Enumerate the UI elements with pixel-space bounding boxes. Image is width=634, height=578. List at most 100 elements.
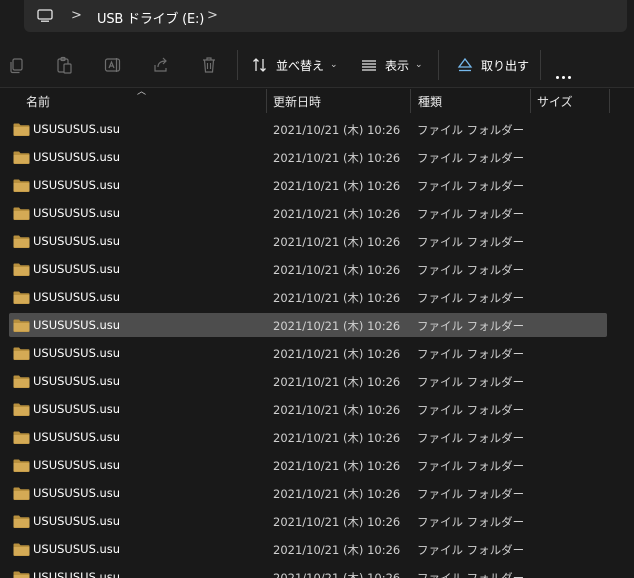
table-row[interactable]: USUSUSUS.usu 2021/10/21 (木) 10:26 ファイル フォル… <box>9 173 607 197</box>
column-header-name[interactable]: 名前 <box>26 93 50 110</box>
table-row[interactable]: USUSUSUS.usu 2021/10/21 (木) 10:26 ファイル フォル… <box>9 257 607 281</box>
file-modified-date: 2021/10/21 (木) 10:26 <box>273 263 401 277</box>
file-name: USUSUSUS.usu <box>33 234 121 248</box>
file-modified-date: 2021/10/21 (木) 10:26 <box>273 431 401 445</box>
rename-icon[interactable] <box>104 56 122 74</box>
scrollbar-track[interactable] <box>628 88 634 578</box>
share-icon[interactable] <box>152 56 170 74</box>
table-row[interactable]: USUSUSUS.usu 2021/10/21 (木) 10:26 ファイル フォル… <box>9 145 607 169</box>
file-modified-date: 2021/10/21 (木) 10:26 <box>273 375 401 389</box>
file-type: ファイル フォルダー <box>417 291 525 305</box>
file-type: ファイル フォルダー <box>417 375 525 389</box>
address-bar[interactable]: > USB ドライブ (E:) > <box>24 0 627 32</box>
column-divider[interactable] <box>410 89 411 113</box>
file-modified-date: 2021/10/21 (木) 10:26 <box>273 235 401 249</box>
folder-icon <box>13 543 30 556</box>
column-header-type[interactable]: 種類 <box>418 93 442 110</box>
file-name: USUSUSUS.usu <box>33 318 121 332</box>
file-type: ファイル フォルダー <box>417 263 525 277</box>
column-header-size[interactable]: サイズ <box>537 93 573 110</box>
file-type: ファイル フォルダー <box>417 431 525 445</box>
delete-icon[interactable] <box>200 56 218 74</box>
file-name: USUSUSUS.usu <box>33 514 121 528</box>
file-modified-date: 2021/10/21 (木) 10:26 <box>273 543 401 557</box>
file-type: ファイル フォルダー <box>417 347 525 361</box>
folder-icon <box>13 487 30 500</box>
folder-icon <box>13 291 30 304</box>
file-modified-date: 2021/10/21 (木) 10:26 <box>273 207 401 221</box>
file-name: USUSUSUS.usu <box>33 178 121 192</box>
file-type: ファイル フォルダー <box>417 179 525 193</box>
table-row[interactable]: USUSUSUS.usu 2021/10/21 (木) 10:26 ファイル フォル… <box>9 313 607 337</box>
file-type: ファイル フォルダー <box>417 571 525 578</box>
file-name: USUSUSUS.usu <box>33 206 121 220</box>
table-row[interactable]: USUSUSUS.usu 2021/10/21 (木) 10:26 ファイル フォル… <box>9 397 607 421</box>
chevron-down-icon: ⌄ <box>415 60 423 70</box>
breadcrumb-separator[interactable]: > <box>207 8 218 23</box>
table-row[interactable]: USUSUSUS.usu 2021/10/21 (木) 10:26 ファイル フォル… <box>9 565 607 578</box>
eject-button[interactable]: 取り出す <box>457 54 529 76</box>
file-type: ファイル フォルダー <box>417 151 525 165</box>
column-header-date[interactable]: 更新日時 <box>273 93 321 110</box>
folder-icon <box>13 319 30 332</box>
table-row[interactable]: USUSUSUS.usu 2021/10/21 (木) 10:26 ファイル フォル… <box>9 481 607 505</box>
file-name: USUSUSUS.usu <box>33 374 121 388</box>
file-modified-date: 2021/10/21 (木) 10:26 <box>273 487 401 501</box>
table-row[interactable]: USUSUSUS.usu 2021/10/21 (木) 10:26 ファイル フォル… <box>9 201 607 225</box>
folder-icon <box>13 263 30 276</box>
more-options-icon[interactable] <box>556 64 574 83</box>
toolbar-divider <box>438 50 439 80</box>
folder-icon <box>13 207 30 220</box>
folder-icon <box>13 459 30 472</box>
file-name: USUSUSUS.usu <box>33 430 121 444</box>
copy-icon[interactable] <box>8 56 26 74</box>
column-divider[interactable] <box>530 89 531 113</box>
file-type: ファイル フォルダー <box>417 207 525 221</box>
breadcrumb-separator[interactable]: > <box>71 8 82 23</box>
file-type: ファイル フォルダー <box>417 487 525 501</box>
paste-icon[interactable] <box>55 56 73 74</box>
table-row[interactable]: USUSUSUS.usu 2021/10/21 (木) 10:26 ファイル フォル… <box>9 229 607 253</box>
table-row[interactable]: USUSUSUS.usu 2021/10/21 (木) 10:26 ファイル フォル… <box>9 285 607 309</box>
file-modified-date: 2021/10/21 (木) 10:26 <box>273 571 401 578</box>
folder-icon <box>13 375 30 388</box>
file-type: ファイル フォルダー <box>417 123 525 137</box>
table-row[interactable]: USUSUSUS.usu 2021/10/21 (木) 10:26 ファイル フォル… <box>9 453 607 477</box>
table-row[interactable]: USUSUSUS.usu 2021/10/21 (木) 10:26 ファイル フォル… <box>9 509 607 533</box>
sort-label: 並べ替え <box>276 58 325 73</box>
folder-icon <box>13 235 30 248</box>
file-type: ファイル フォルダー <box>417 319 525 333</box>
table-row[interactable]: USUSUSUS.usu 2021/10/21 (木) 10:26 ファイル フォル… <box>9 537 607 561</box>
file-modified-date: 2021/10/21 (木) 10:26 <box>273 403 401 417</box>
folder-icon <box>13 515 30 528</box>
file-name: USUSUSUS.usu <box>33 570 121 578</box>
file-type: ファイル フォルダー <box>417 459 525 473</box>
table-row[interactable]: USUSUSUS.usu 2021/10/21 (木) 10:26 ファイル フォル… <box>9 369 607 393</box>
file-name: USUSUSUS.usu <box>33 150 121 164</box>
folder-icon <box>13 403 30 416</box>
breadcrumb-location[interactable]: USB ドライブ (E:) <box>97 8 204 27</box>
view-button[interactable]: 表示 ⌄ <box>361 54 423 76</box>
file-type: ファイル フォルダー <box>417 235 525 249</box>
toolbar-divider <box>540 50 541 80</box>
column-header-row: ︿ 名前 更新日時 種類 サイズ <box>0 87 634 113</box>
table-row[interactable]: USUSUSUS.usu 2021/10/21 (木) 10:26 ファイル フォル… <box>9 425 607 449</box>
file-modified-date: 2021/10/21 (木) 10:26 <box>273 151 401 165</box>
computer-icon[interactable] <box>37 9 53 22</box>
folder-icon <box>13 179 30 192</box>
file-modified-date: 2021/10/21 (木) 10:26 <box>273 515 401 529</box>
file-name: USUSUSUS.usu <box>33 290 121 304</box>
file-modified-date: 2021/10/21 (木) 10:26 <box>273 123 401 137</box>
toolbar-divider <box>237 50 238 80</box>
table-row[interactable]: USUSUSUS.usu 2021/10/21 (木) 10:26 ファイル フォル… <box>9 341 607 365</box>
column-divider[interactable] <box>609 89 610 113</box>
column-divider[interactable] <box>266 89 267 113</box>
file-type: ファイル フォルダー <box>417 543 525 557</box>
sort-icon <box>253 58 266 72</box>
table-row[interactable]: USUSUSUS.usu 2021/10/21 (木) 10:26 ファイル フォル… <box>9 117 607 141</box>
sort-button[interactable]: 並べ替え ⌄ <box>252 54 338 76</box>
file-name: USUSUSUS.usu <box>33 122 121 136</box>
folder-icon <box>13 123 30 136</box>
address-bar-area: > USB ドライブ (E:) > <box>0 0 634 40</box>
sort-ascending-icon: ︿ <box>137 87 147 97</box>
